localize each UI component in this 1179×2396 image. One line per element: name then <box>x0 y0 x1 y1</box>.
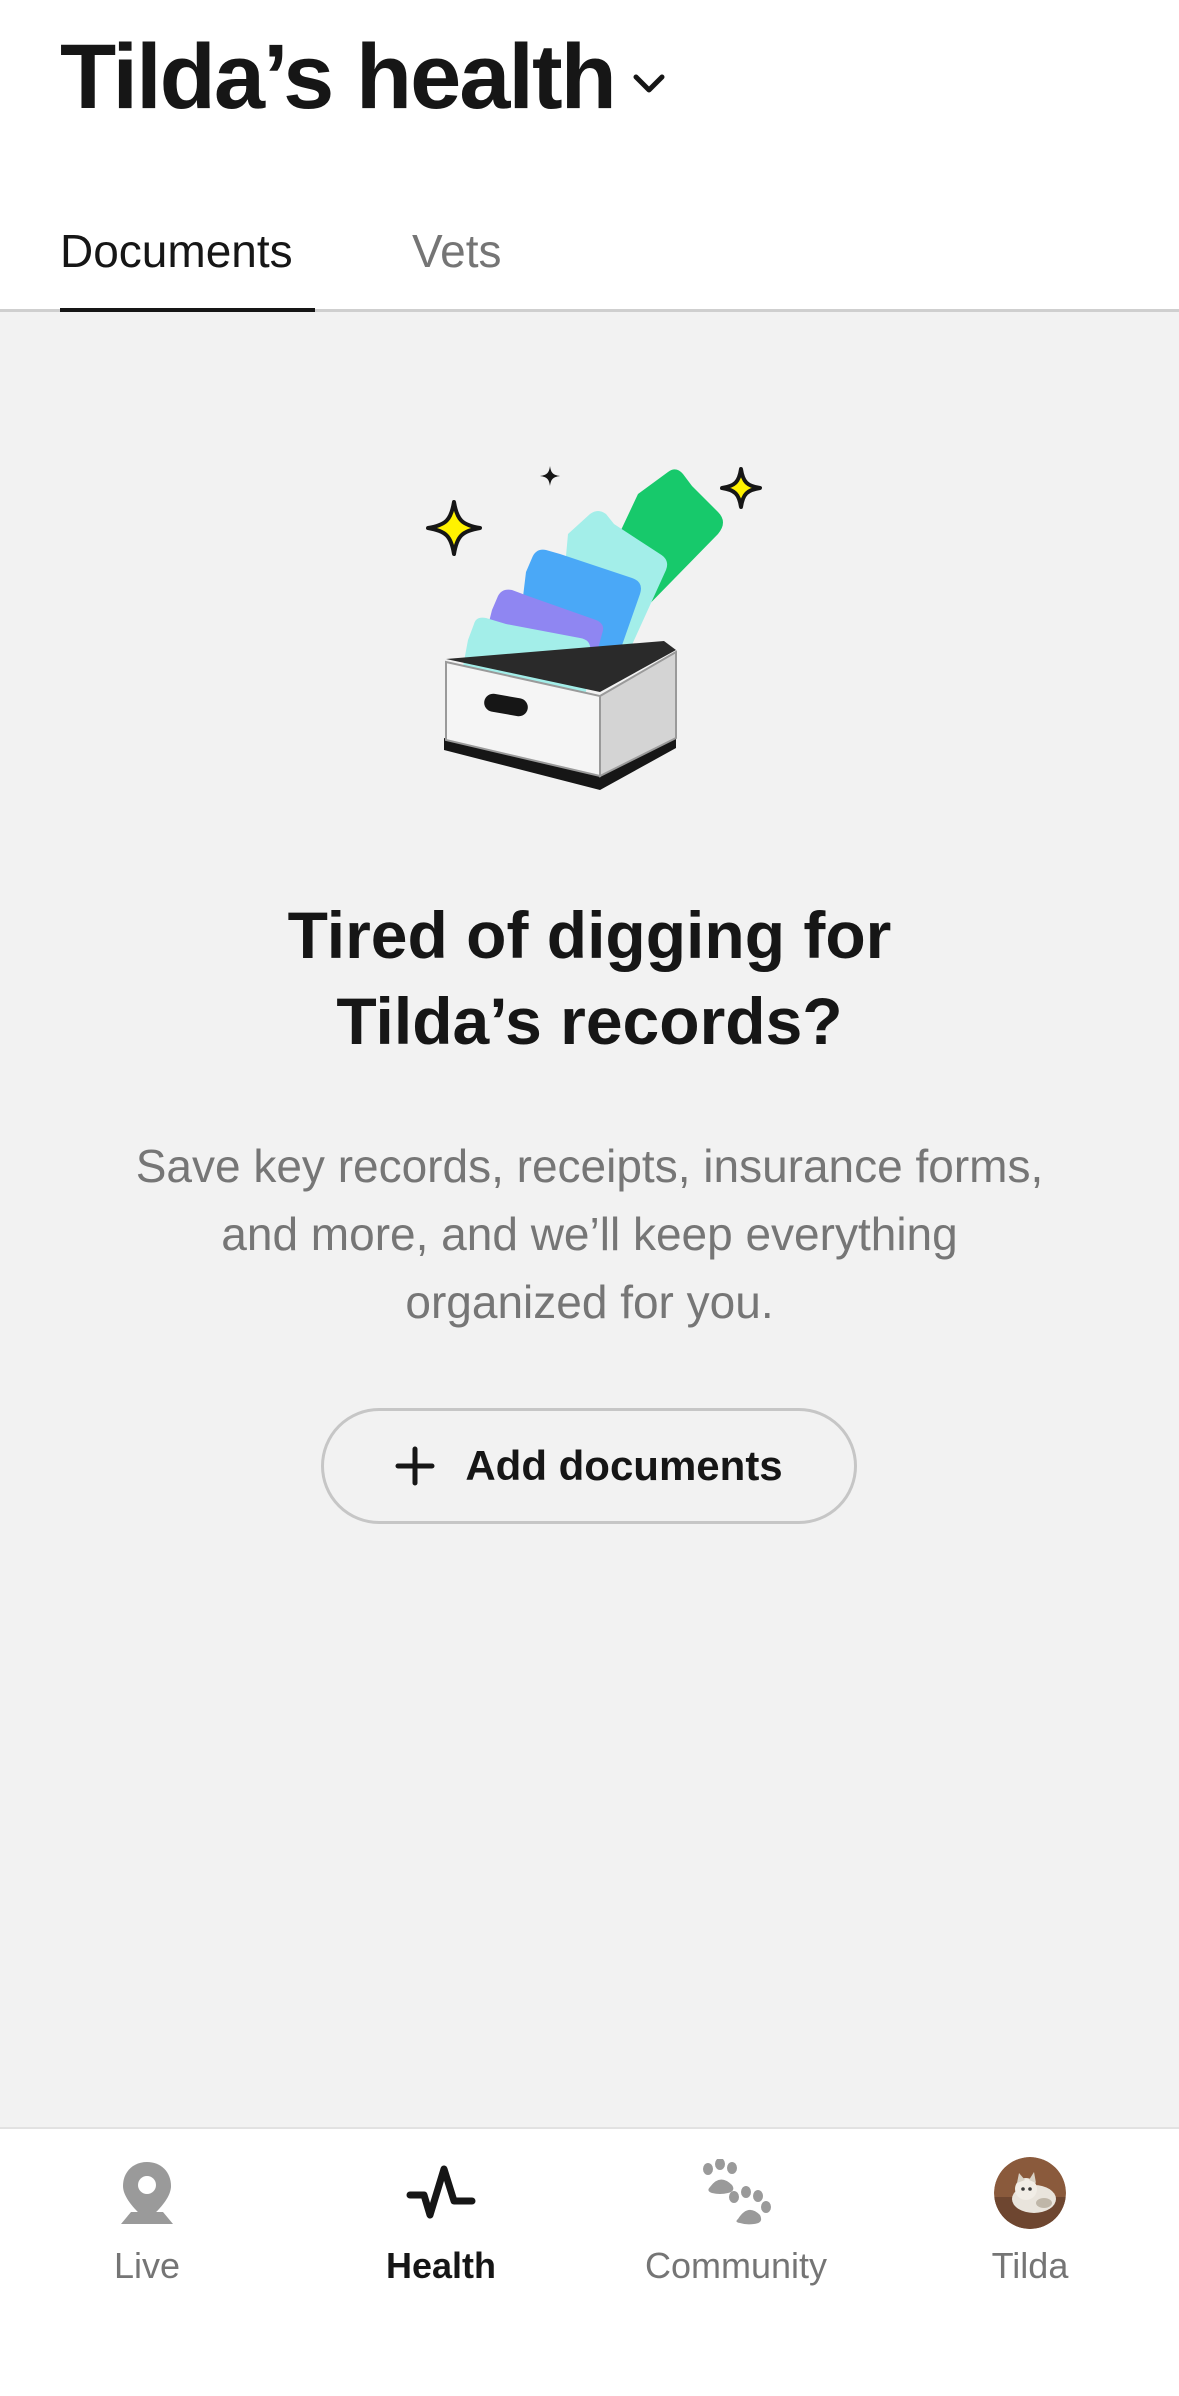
description-line: and more, and we’ll keep everything <box>221 1208 958 1260</box>
headline-line: Tired of digging for <box>287 898 892 972</box>
nav-label-health: Health <box>385 2245 497 2286</box>
app-screen: Tilda’s health Documents Vets Tired of d… <box>0 0 1179 2396</box>
tab-vets[interactable]: Vets <box>412 210 502 312</box>
paw-icon <box>698 2155 774 2231</box>
tab-bar: Documents Vets <box>60 210 502 312</box>
header: Tilda’s health Documents Vets <box>0 0 1179 312</box>
location-pin-icon <box>109 2155 185 2231</box>
nav-item-community[interactable]: Community <box>636 2155 836 2305</box>
nav-item-tilda[interactable]: Tilda <box>930 2155 1130 2305</box>
page-title: Tilda’s health <box>60 26 617 128</box>
pulse-icon <box>403 2155 479 2231</box>
bottom-nav: Live Health Community Tilda <box>0 2127 1179 2396</box>
nav-item-health[interactable]: Health <box>341 2155 541 2305</box>
documents-empty-state: Tired of digging for Tilda’s records? Sa… <box>0 312 1179 2127</box>
pet-avatar <box>992 2155 1068 2231</box>
empty-state-description: Save key records, receipts, insurance fo… <box>0 1132 1179 1336</box>
chevron-down-icon <box>633 74 665 93</box>
empty-state-headline: Tired of digging for Tilda’s records? <box>0 892 1179 1064</box>
nav-label-community: Community <box>644 2245 828 2286</box>
nav-item-live[interactable]: Live <box>47 2155 247 2305</box>
nav-label-live: Live <box>113 2245 181 2286</box>
pet-selector[interactable]: Tilda’s health <box>60 22 669 132</box>
add-documents-button[interactable]: Add documents <box>321 1408 857 1524</box>
sparkle-icon <box>540 466 560 486</box>
headline-line: Tilda’s records? <box>336 984 843 1058</box>
add-documents-label: Add documents <box>465 1442 783 1489</box>
description-line: organized for you. <box>405 1276 774 1328</box>
nav-label-tilda: Tilda <box>991 2245 1069 2286</box>
sparkle-icon <box>720 467 762 509</box>
file-box-illustration <box>426 466 762 790</box>
tab-documents[interactable]: Documents <box>60 210 315 312</box>
description-line: Save key records, receipts, insurance fo… <box>135 1140 1044 1192</box>
plus-icon <box>395 1446 435 1486</box>
sparkle-icon <box>426 500 482 556</box>
